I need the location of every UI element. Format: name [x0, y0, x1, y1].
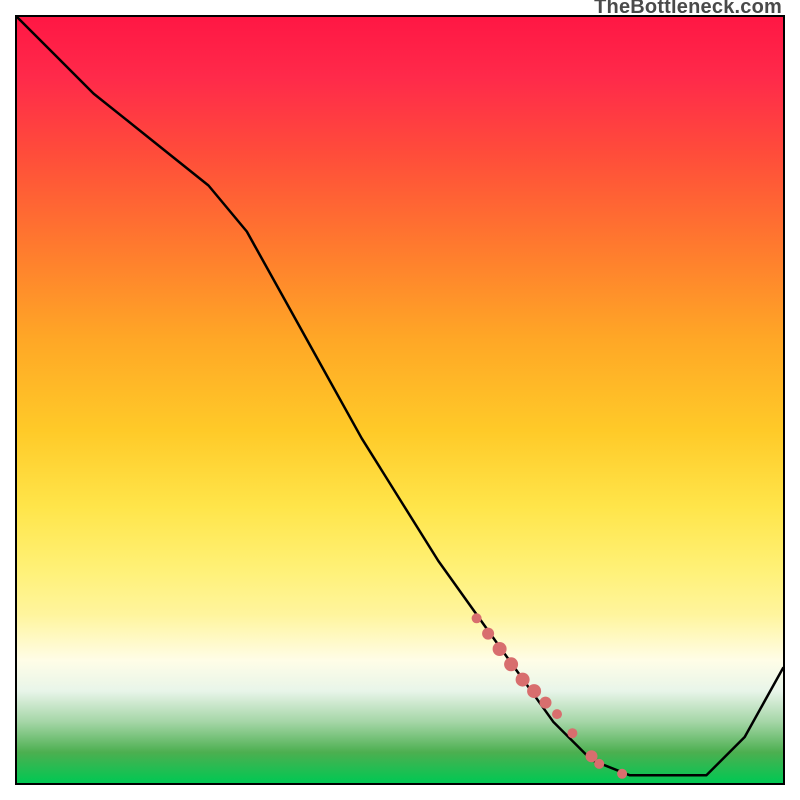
data-marker: [493, 642, 507, 656]
data-marker: [516, 673, 530, 687]
data-marker: [540, 697, 552, 709]
plot-area: [15, 15, 785, 785]
chart-container: TheBottleneck.com: [0, 0, 800, 800]
data-marker: [617, 769, 627, 779]
data-marker: [527, 684, 541, 698]
bottleneck-line: [17, 17, 783, 775]
data-marker: [552, 709, 562, 719]
chart-overlay-svg: [17, 17, 783, 783]
line-series: [17, 17, 783, 775]
data-marker: [594, 759, 604, 769]
data-marker: [482, 628, 494, 640]
data-marker: [567, 728, 577, 738]
data-marker: [472, 613, 482, 623]
data-marker: [504, 657, 518, 671]
